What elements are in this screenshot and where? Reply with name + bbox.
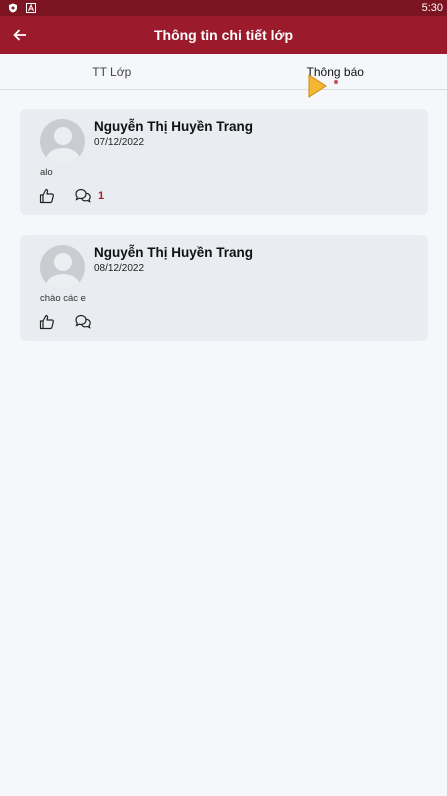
post-date: 08/12/2022 (94, 263, 145, 274)
app-bar: Thông tin chi tiết lớp (0, 16, 447, 54)
status-bar: 5:30 (0, 0, 447, 16)
cursor-icon (308, 74, 327, 98)
comment-icon (75, 188, 91, 203)
post-actions (38, 313, 98, 331)
comment-icon (75, 314, 91, 329)
post-actions: 1 (38, 187, 104, 205)
comment-count: 1 (98, 190, 105, 202)
post-date: 07/12/2022 (94, 137, 145, 148)
comment-button[interactable]: 1 (74, 188, 104, 204)
post-text: alo (40, 167, 53, 178)
post-card[interactable]: Nguyễn Thị Huyền Trang 07/12/2022 alo 1 (20, 109, 428, 215)
status-icons (8, 3, 36, 13)
like-button[interactable] (38, 313, 56, 331)
active-tab-indicator (334, 80, 339, 84)
tab-label: TT Lớp (92, 64, 132, 79)
post-list: Nguyễn Thị Huyền Trang 07/12/2022 alo 1 … (0, 90, 447, 341)
post-card[interactable]: Nguyễn Thị Huyền Trang 08/12/2022 chào c… (20, 235, 428, 341)
avatar (40, 119, 85, 164)
post-text: chào các e (40, 293, 86, 304)
comment-button[interactable] (74, 314, 98, 330)
shield-icon (9, 3, 17, 13)
tab-announcements[interactable]: Thông báo (224, 54, 447, 89)
thumbs-up-icon (39, 314, 54, 330)
status-time: 5:30 (421, 2, 443, 14)
page-title: Thông tin chi tiết lớp (153, 27, 294, 43)
font-a-icon (26, 3, 36, 13)
thumbs-up-icon (39, 188, 54, 204)
back-button[interactable] (0, 16, 40, 54)
avatar (40, 245, 85, 290)
post-author: Nguyễn Thị Huyền Trang (94, 119, 254, 134)
post-author: Nguyễn Thị Huyền Trang (94, 245, 254, 260)
arrow-back-icon (13, 29, 26, 41)
tab-bar: TT Lớp Thông báo (0, 54, 447, 90)
tab-class-info[interactable]: TT Lớp (0, 54, 224, 89)
like-button[interactable] (38, 187, 56, 205)
